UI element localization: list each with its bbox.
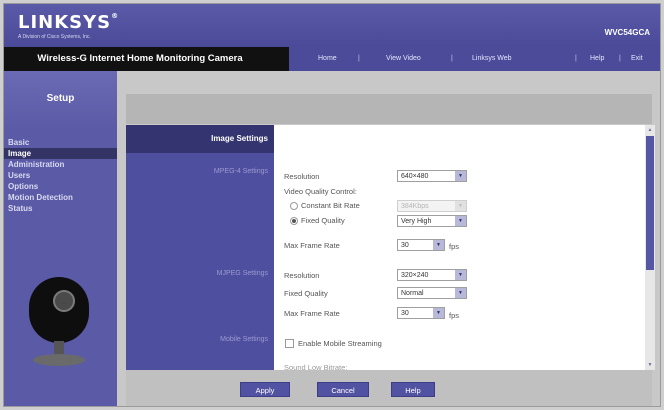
fixed-quality-radio[interactable] [290,217,298,225]
footer-bar [126,370,652,406]
sidebar-item-motion-detection[interactable]: Motion Detection [4,192,117,203]
nav-view-video[interactable]: View Video [386,47,421,71]
mpeg4-max-frame-rate-label: Max Frame Rate [284,241,340,250]
nav-home[interactable]: Home [318,47,337,71]
model-number: WVC54GCA [604,28,650,37]
sidebar-item-basic[interactable]: Basic [4,137,117,148]
nav-separator: | [451,55,453,62]
chevron-down-icon: ▼ [455,201,466,211]
constant-bit-rate-label: Constant Bit Rate [301,201,360,210]
nav-help[interactable]: Help [590,47,604,71]
mpeg4-resolution-label: Resolution [284,172,320,181]
arrow-up-icon[interactable]: ▲ [645,125,655,135]
nav-separator: | [358,55,360,62]
constant-bit-rate-select[interactable]: 384Kbps ▼ [397,200,467,212]
camera-image [29,277,89,372]
sidebar-title: Setup [4,71,117,129]
mjpeg-fixed-quality-label: Fixed Quality [284,289,328,298]
nav-linksys-web[interactable]: Linksys Web [472,47,512,71]
sidebar-item-status[interactable]: Status [4,203,117,214]
linksys-logo: LINKSYS® [18,12,120,33]
product-bar: Wireless-G Internet Home Monitoring Came… [4,47,660,71]
mpeg4-settings-label: MPEG-4 Settings [213,168,268,175]
chevron-down-icon: ▼ [433,240,444,250]
content-header-band [126,94,652,124]
mobile-settings-label: Mobile Settings [220,336,268,343]
enable-mobile-streaming-label: Enable Mobile Streaming [298,339,382,348]
fixed-quality-label: Fixed Quality [301,216,345,225]
chevron-down-icon: ▼ [455,171,466,181]
chevron-down-icon: ▼ [433,308,444,318]
nav-separator: | [575,55,577,62]
video-quality-control-label: Video Quality Control: [284,187,357,196]
sidebar: Setup Basic Image Administration Users O… [4,71,117,406]
mjpeg-max-frame-rate-select[interactable]: 30 ▼ [397,307,445,319]
nav-separator: | [619,55,621,62]
section-column [126,125,274,370]
mjpeg-resolution-select[interactable]: 320×240 ▼ [397,269,467,281]
logo-tagline: A Division of Cisco Systems, Inc. [18,34,91,40]
apply-button[interactable]: Apply [240,382,290,397]
chevron-down-icon: ▼ [455,216,466,226]
product-name: Wireless-G Internet Home Monitoring Came… [37,53,243,64]
mjpeg-fixed-quality-select[interactable]: Normal ▼ [397,287,467,299]
mjpeg-settings-label: MJPEG Settings [216,270,268,277]
mpeg4-max-frame-rate-select[interactable]: 30 ▼ [397,239,445,251]
arrow-down-icon[interactable]: ▼ [645,360,655,370]
content-scrollbar[interactable]: ▲ ▼ [645,125,655,370]
cancel-button[interactable]: Cancel [317,382,369,397]
sidebar-item-users[interactable]: Users [4,170,117,181]
chevron-down-icon: ▼ [455,288,466,298]
mpeg4-fixed-quality-select[interactable]: Very High ▼ [397,215,467,227]
sidebar-item-image[interactable]: Image [4,148,117,159]
mpeg4-resolution-select[interactable]: 640×480 ▼ [397,170,467,182]
app-frame: LINKSYS® A Division of Cisco Systems, In… [4,4,660,406]
nav-exit[interactable]: Exit [631,47,643,71]
brand-bar: LINKSYS® A Division of Cisco Systems, In… [4,4,660,47]
mjpeg-max-frame-rate-label: Max Frame Rate [284,309,340,318]
fps-unit: fps [449,242,460,251]
fps-unit: fps [449,311,460,320]
chevron-down-icon: ▼ [455,270,466,280]
help-button[interactable]: Help [391,382,435,397]
constant-bit-rate-radio[interactable] [290,202,298,210]
sidebar-item-options[interactable]: Options [4,181,117,192]
mjpeg-resolution-label: Resolution [284,271,320,280]
camera-lens-icon [53,290,75,312]
scrollbar-thumb[interactable] [646,136,654,270]
section-title: Image Settings [126,125,274,153]
sidebar-menu: Basic Image Administration Users Options… [4,137,117,214]
top-nav: Home | View Video | Linksys Web | Help |… [289,47,660,71]
enable-mobile-streaming-checkbox[interactable] [285,339,294,348]
sidebar-item-administration[interactable]: Administration [4,159,117,170]
